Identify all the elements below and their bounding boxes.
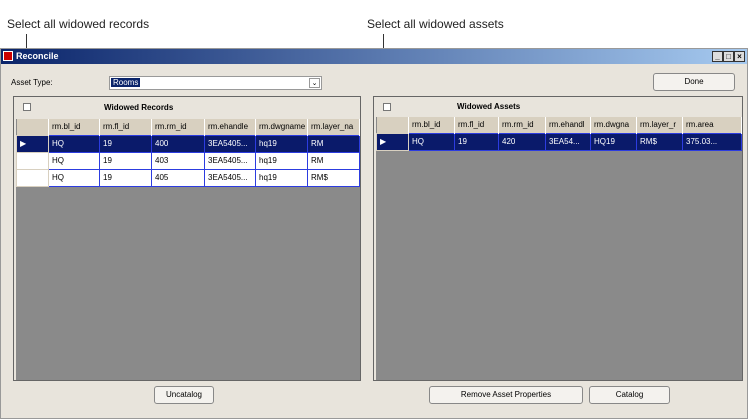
table-cell[interactable]: 405 xyxy=(151,168,205,187)
assets-table: rm.bl_id rm.fl_id rm.rm_id rm.ehandl rm.dwgn… xyxy=(376,117,742,151)
table-cell[interactable]: HQ xyxy=(48,134,100,153)
reconcile-window: Reconcile _ □ × Asset Type: Rooms ⌄ Done… xyxy=(0,48,748,419)
column-header[interactable]: rm.ehandl xyxy=(545,117,591,133)
table-cell[interactable]: HQ19 xyxy=(590,132,637,151)
select-all-records-checkbox[interactable] xyxy=(23,103,31,111)
column-header[interactable]: rm.rm_id xyxy=(498,117,546,133)
table-cell[interactable]: RM$ xyxy=(636,132,683,151)
table-cell[interactable]: 3EA54... xyxy=(545,132,591,151)
asset-type-value: Rooms xyxy=(111,78,141,87)
header-row: rm.bl_id rm.fl_id rm.rm_id rm.ehandl rm.dwgn… xyxy=(376,117,742,133)
table-cell[interactable]: 19 xyxy=(454,132,499,151)
column-header[interactable]: rm.ehandle xyxy=(204,119,256,135)
header-row: rm.bl_id rm.fl_id rm.rm_id rm.ehandle rm.dwg… xyxy=(16,119,360,135)
current-row-arrow-icon: ▶ xyxy=(20,139,27,148)
table-cell[interactable]: 3EA5405... xyxy=(204,151,256,170)
table-cell[interactable]: hq19 xyxy=(255,168,308,187)
remove-asset-properties-button[interactable]: Remove Asset Properties xyxy=(429,386,583,404)
catalog-button[interactable]: Catalog xyxy=(589,386,670,404)
table-cell[interactable]: 19 xyxy=(99,151,152,170)
asset-type-select[interactable]: Rooms ⌄ xyxy=(109,76,322,90)
table-cell[interactable]: 375.03... xyxy=(682,132,742,151)
window-title: Reconcile xyxy=(16,51,59,61)
maximize-button[interactable]: □ xyxy=(723,51,734,62)
app-icon xyxy=(3,51,13,61)
row-selector[interactable] xyxy=(16,168,49,187)
minimize-button[interactable]: _ xyxy=(712,51,723,62)
widowed-records-grid[interactable]: rm.bl_id rm.fl_id rm.rm_id rm.ehandle rm.dwg… xyxy=(16,119,360,380)
close-button[interactable]: × xyxy=(734,51,745,62)
column-header[interactable]: rm.layer_na xyxy=(307,119,360,135)
table-cell[interactable]: HQ xyxy=(48,151,100,170)
column-header[interactable]: rm.dwgname xyxy=(255,119,308,135)
table-cell[interactable]: HQ xyxy=(408,132,455,151)
current-row-arrow-icon: ▶ xyxy=(380,137,387,146)
widowed-records-group: Widowed Records rm.bl_id rm.fl_id rm.rm_id… xyxy=(13,96,361,381)
table-cell[interactable]: RM xyxy=(307,151,360,170)
table-row[interactable]: HQ 19 403 3EA5405... hq19 RM xyxy=(16,151,360,170)
table-cell[interactable]: 19 xyxy=(99,168,152,187)
table-cell[interactable]: 19 xyxy=(99,134,152,153)
table-cell[interactable]: RM$ xyxy=(307,168,360,187)
column-header[interactable]: rm.fl_id xyxy=(99,119,152,135)
table-cell[interactable]: 3EA5405... xyxy=(204,134,256,153)
table-cell[interactable]: 420 xyxy=(498,132,546,151)
widowed-assets-grid[interactable]: rm.bl_id rm.fl_id rm.rm_id rm.ehandl rm.dwgn… xyxy=(376,117,742,380)
row-selector[interactable]: ▶ xyxy=(16,134,49,153)
table-row[interactable]: ▶ HQ 19 400 3EA5405... hq19 RM xyxy=(16,134,360,153)
table-row[interactable]: ▶ HQ 19 420 3EA54... HQ19 RM$ 375.03... xyxy=(376,132,742,151)
column-header[interactable]: rm.bl_id xyxy=(48,119,100,135)
widowed-records-title: Widowed Records xyxy=(104,103,174,112)
table-cell[interactable]: RM xyxy=(307,134,360,153)
column-header[interactable]: rm.bl_id xyxy=(408,117,455,133)
select-all-assets-checkbox[interactable] xyxy=(383,103,391,111)
table-cell[interactable]: HQ xyxy=(48,168,100,187)
table-cell[interactable]: 3EA5405... xyxy=(204,168,256,187)
done-button[interactable]: Done xyxy=(653,73,735,91)
column-header[interactable]: rm.layer_r xyxy=(636,117,683,133)
row-header-corner xyxy=(16,119,49,135)
table-cell[interactable]: hq19 xyxy=(255,151,308,170)
column-header[interactable]: rm.fl_id xyxy=(454,117,499,133)
uncatalog-button[interactable]: Uncatalog xyxy=(154,386,214,404)
table-cell[interactable]: 400 xyxy=(151,134,205,153)
column-header[interactable]: rm.dwgna xyxy=(590,117,637,133)
row-selector[interactable]: ▶ xyxy=(376,132,409,151)
chevron-down-icon[interactable]: ⌄ xyxy=(309,78,320,88)
records-table: rm.bl_id rm.fl_id rm.rm_id rm.ehandle rm.dwg… xyxy=(16,119,360,187)
callout-select-widowed-assets: Select all widowed assets xyxy=(367,17,504,31)
column-header[interactable]: rm.rm_id xyxy=(151,119,205,135)
table-cell[interactable]: hq19 xyxy=(255,134,308,153)
callout-select-widowed-records: Select all widowed records xyxy=(7,17,150,31)
table-row[interactable]: HQ 19 405 3EA5405... hq19 RM$ xyxy=(16,168,360,187)
widowed-assets-title: Widowed Assets xyxy=(457,102,521,111)
asset-type-label: Asset Type: xyxy=(11,78,53,87)
row-selector[interactable] xyxy=(16,151,49,170)
column-header[interactable]: rm.area xyxy=(682,117,742,133)
widowed-assets-group: Widowed Assets rm.bl_id rm.fl_id rm.rm_id r… xyxy=(373,96,743,381)
table-cell[interactable]: 403 xyxy=(151,151,205,170)
title-bar: Reconcile _ □ × xyxy=(1,49,747,64)
row-header-corner xyxy=(376,117,409,133)
